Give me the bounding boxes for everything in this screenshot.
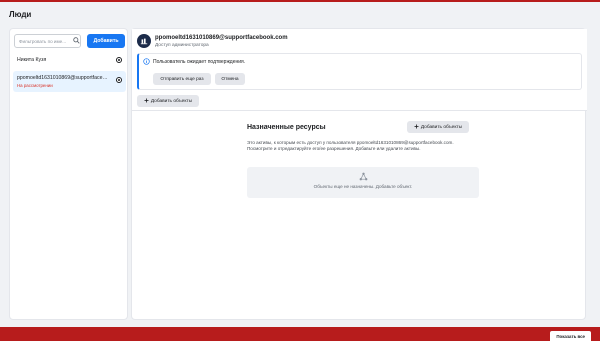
plus-icon (414, 124, 419, 129)
people-list-item[interactable]: Никита Кузя (13, 53, 126, 67)
assigned-add-objects-label: Добавить объекты (420, 124, 463, 130)
add-objects-label: Добавить объекты (150, 98, 193, 104)
person-email: ppomoeltd1631010869@supportfaceb... (17, 75, 109, 81)
business-icon (140, 38, 148, 45)
add-objects-button[interactable]: Добавить объекты (137, 95, 199, 107)
user-detail-panel: ppomoeltd1631010869@supportfacebook.com … (131, 28, 587, 320)
resend-invite-button[interactable]: Отправить еще раз (153, 73, 211, 85)
network-icon (359, 172, 368, 181)
section-divider (132, 110, 587, 111)
plus-icon (144, 98, 149, 103)
show-all-button[interactable]: Показать все (550, 331, 591, 341)
notice-text: Пользователь ожидает подтверждения. (153, 59, 246, 65)
user-email-heading: ppomoeltd1631010869@supportfacebook.com (155, 35, 288, 41)
person-name: Никита Кузя (17, 57, 47, 63)
assigned-resources-title: Назначенные ресурсы (247, 124, 326, 131)
person-status-pending: На рассмотрении (17, 83, 53, 88)
people-list-item-selected[interactable]: ppomoeltd1631010869@supportfaceb... На р… (13, 71, 126, 92)
people-list-panel: Добавить Никита Кузя ppomoeltd1631010869… (9, 28, 128, 320)
user-access-level: Доступ администратора (155, 43, 209, 48)
filter-row: Добавить (14, 34, 125, 48)
top-accent-bar (0, 0, 600, 2)
assigned-resources-description: Это активы, к которым есть доступ у поль… (247, 140, 454, 152)
avatar (137, 34, 151, 48)
info-icon (143, 58, 150, 65)
assigned-add-objects-button[interactable]: Добавить объекты (407, 121, 469, 133)
search-icon (73, 37, 80, 44)
empty-resources-text: Объекты еще не назначены. Добавьте объек… (313, 184, 413, 189)
cancel-invite-button[interactable]: Отмена (215, 73, 245, 85)
add-person-button[interactable]: Добавить (87, 34, 125, 48)
bottom-bar: Показать все (0, 327, 600, 341)
person-radio-selected[interactable] (116, 77, 122, 83)
person-radio[interactable] (116, 57, 122, 63)
pending-confirmation-notice: Пользователь ожидает подтверждения. Отпр… (137, 53, 582, 90)
page-title: Люди (9, 10, 32, 19)
empty-resources-state: Объекты еще не назначены. Добавьте объек… (247, 167, 479, 198)
filter-by-name-input[interactable] (14, 34, 81, 48)
user-header: ppomoeltd1631010869@supportfacebook.com … (132, 29, 587, 110)
